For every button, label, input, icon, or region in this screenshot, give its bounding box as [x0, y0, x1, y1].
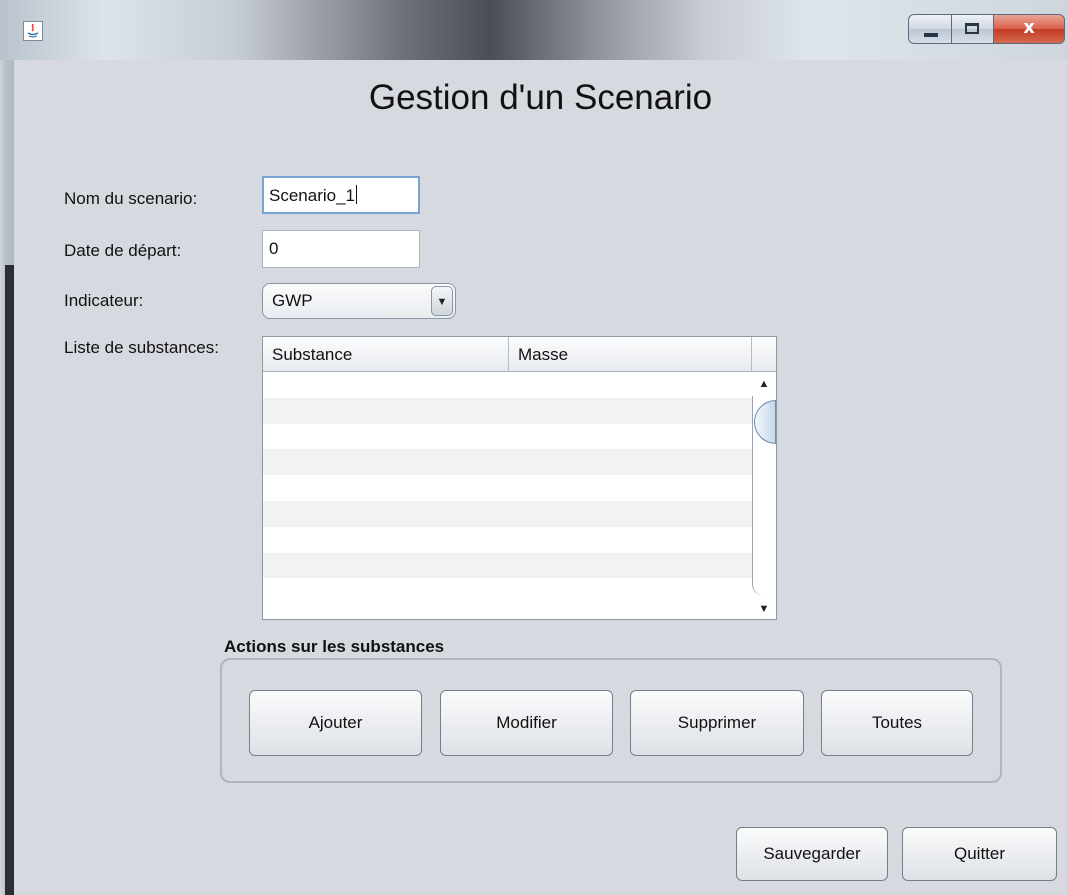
java-icon[interactable]: [23, 21, 43, 41]
table-header: Substance Masse: [263, 337, 776, 372]
start-date-value: 0: [269, 239, 279, 258]
add-button[interactable]: Ajouter: [249, 690, 422, 756]
substances-table[interactable]: Substance Masse ▲ ▼: [262, 336, 777, 620]
start-date-field[interactable]: 0: [262, 230, 420, 268]
minimize-icon: [924, 33, 938, 37]
indicator-select[interactable]: GWP ▼: [262, 283, 456, 319]
delete-button[interactable]: Supprimer: [630, 690, 804, 756]
scenario-name-field[interactable]: Scenario_1: [262, 176, 420, 214]
save-button[interactable]: Sauvegarder: [736, 827, 888, 881]
window-titlebar: x: [0, 0, 1067, 60]
table-row[interactable]: [263, 475, 752, 501]
chevron-down-icon[interactable]: ▼: [431, 286, 453, 316]
indicator-value: GWP: [272, 291, 313, 310]
indicator-label: Indicateur:: [64, 291, 144, 310]
dialog-content: Gestion d'un Scenario Nom du scenario: S…: [14, 60, 1067, 895]
scroll-down-icon[interactable]: ▼: [752, 599, 776, 619]
name-label: Nom du scenario:: [64, 189, 198, 208]
column-header-substance[interactable]: Substance: [263, 337, 509, 371]
column-header-masse[interactable]: Masse: [509, 337, 752, 371]
close-button[interactable]: x: [994, 14, 1065, 44]
text-caret: [356, 185, 358, 204]
all-button[interactable]: Toutes: [821, 690, 973, 756]
close-icon: x: [1023, 17, 1035, 38]
table-body[interactable]: [263, 372, 752, 619]
quit-button[interactable]: Quitter: [902, 827, 1057, 881]
modify-button[interactable]: Modifier: [440, 690, 613, 756]
table-row[interactable]: [263, 526, 752, 553]
table-row[interactable]: [263, 552, 752, 579]
table-row[interactable]: [263, 449, 752, 476]
frame-shadow: [5, 265, 14, 895]
vertical-scrollbar[interactable]: ▲ ▼: [752, 372, 776, 619]
page-title: Gestion d'un Scenario: [368, 78, 713, 117]
table-row[interactable]: [263, 397, 752, 424]
minimize-button[interactable]: [908, 14, 952, 44]
scenario-name-value: Scenario_1: [269, 186, 356, 205]
maximize-button[interactable]: [952, 14, 994, 44]
table-row[interactable]: [263, 423, 752, 450]
actions-group-title: Actions sur les substances: [224, 637, 445, 656]
window-frame-left: [0, 60, 14, 895]
date-label: Date de départ:: [64, 241, 182, 260]
table-row[interactable]: [263, 372, 752, 398]
table-row[interactable]: [263, 500, 752, 527]
scroll-up-icon[interactable]: ▲: [752, 374, 776, 394]
column-header-corner: [752, 337, 776, 371]
substances-label: Liste de substances:: [64, 338, 219, 357]
table-row[interactable]: [263, 578, 752, 605]
maximize-icon: [965, 23, 979, 34]
